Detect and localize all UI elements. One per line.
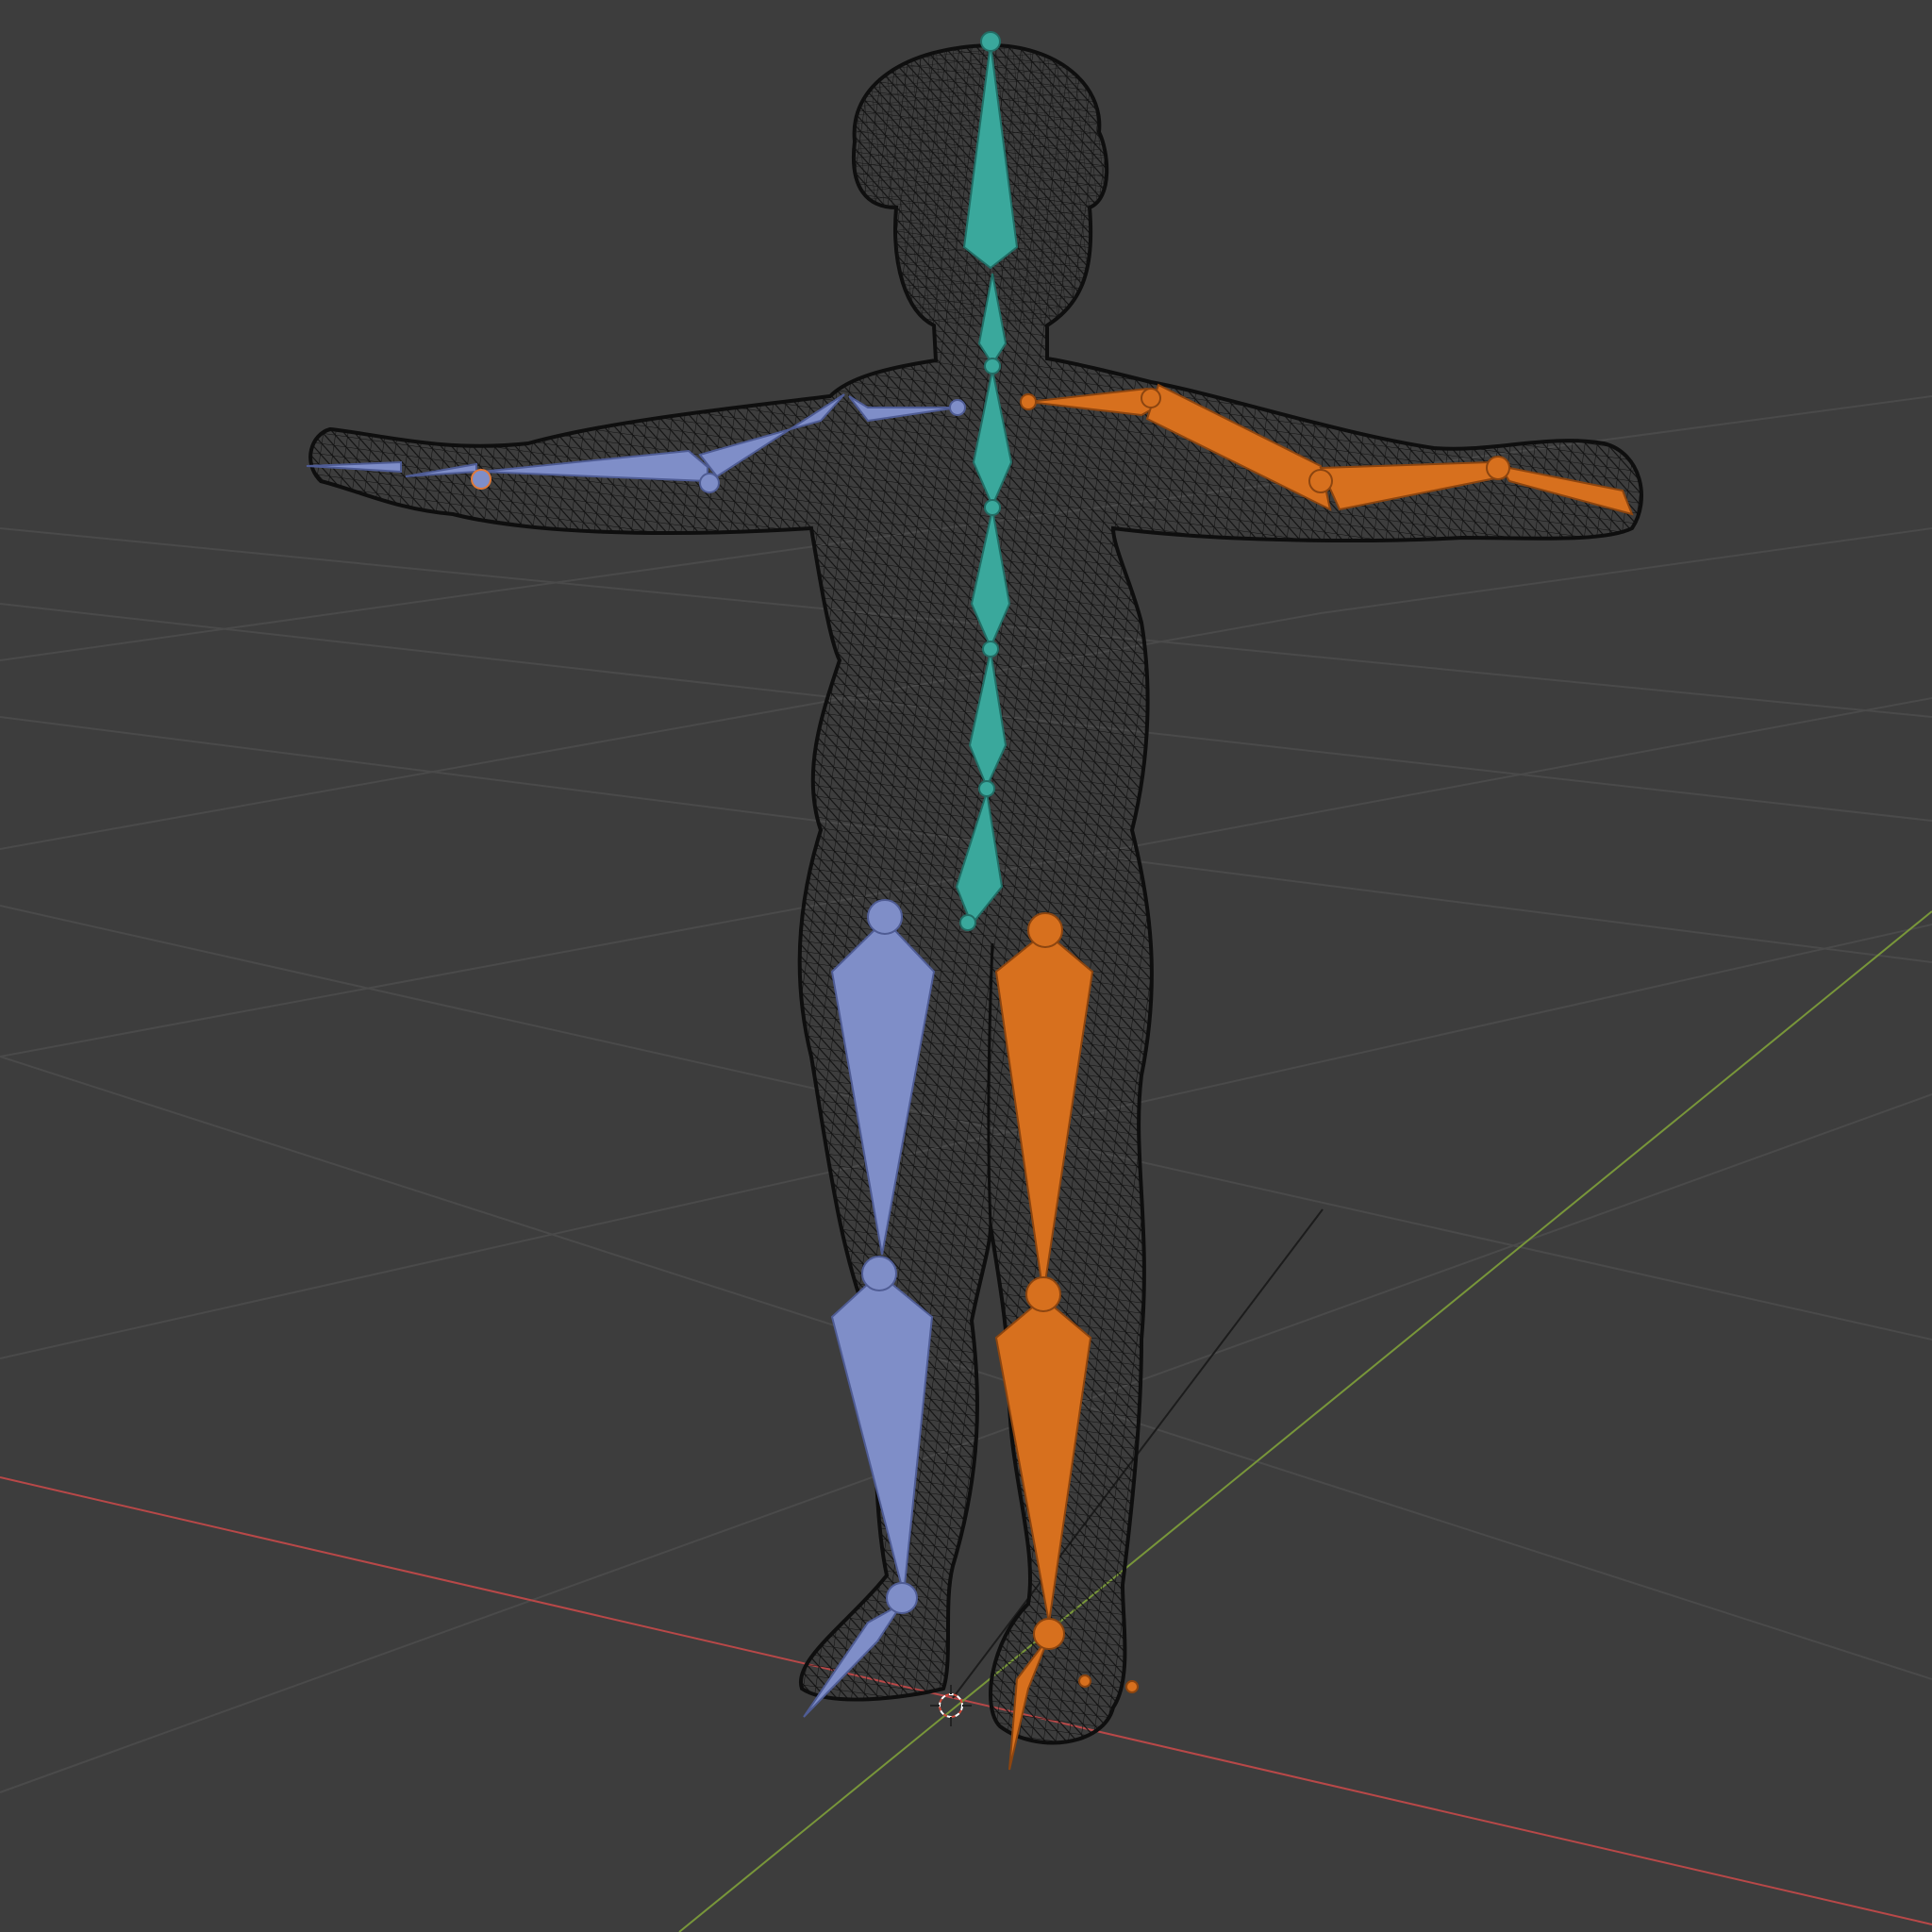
x-axis-line <box>0 1476 1932 1925</box>
joint-left-ankle <box>886 1582 918 1614</box>
viewport-scene[interactable] <box>0 0 1932 1932</box>
joint-left-hip <box>867 899 903 935</box>
joint-left-knee <box>861 1256 897 1291</box>
joint-right-knee <box>1025 1276 1061 1312</box>
joint-head-tip <box>980 31 1001 52</box>
3d-viewport[interactable] <box>0 0 1932 1932</box>
joint-right-ankle <box>1033 1618 1065 1650</box>
joint-right-hip <box>1027 912 1063 948</box>
